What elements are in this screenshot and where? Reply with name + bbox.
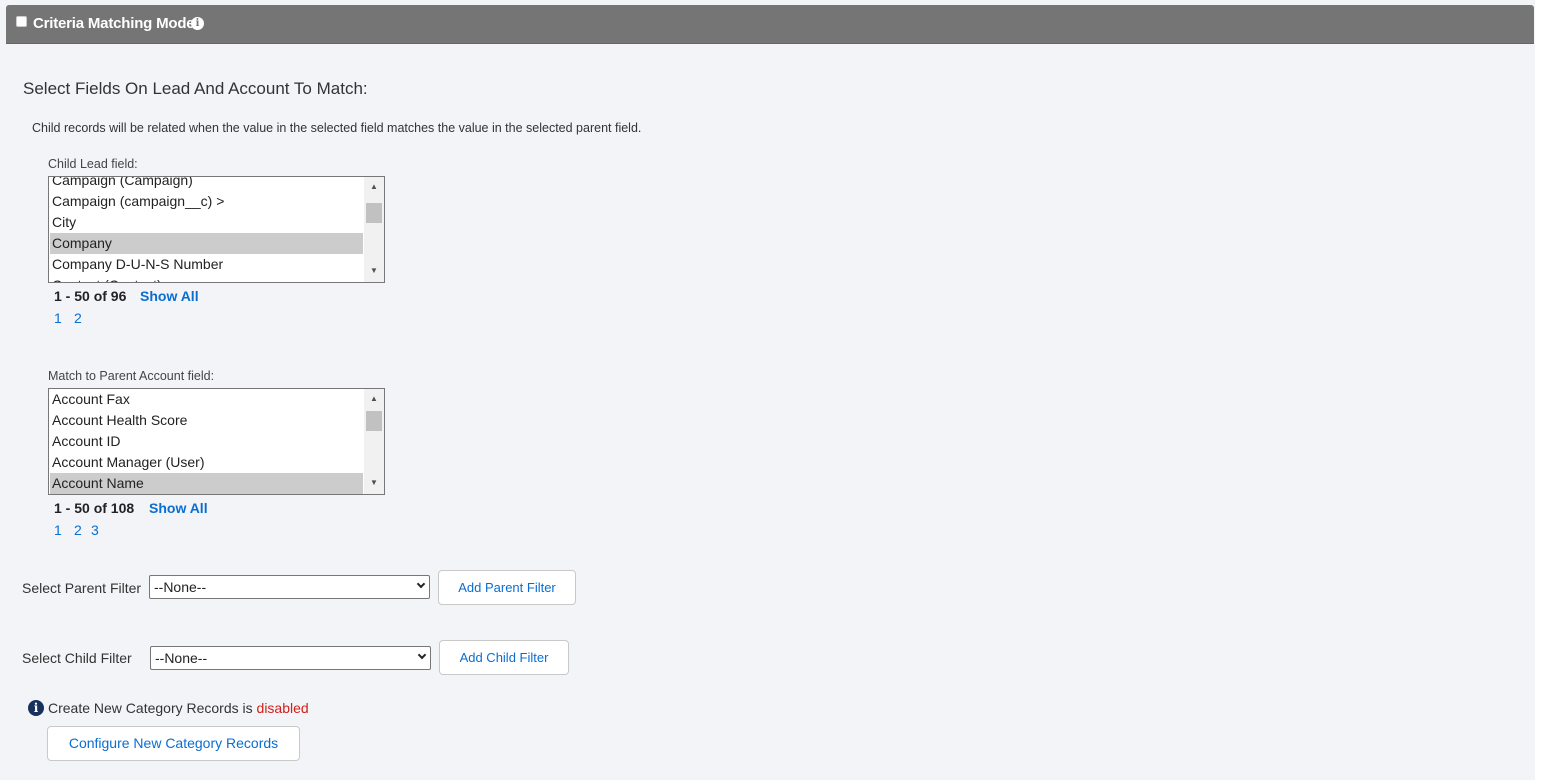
scrollbar[interactable]: ▲ ▼ <box>364 389 384 494</box>
listbox-option[interactable]: Contact (Contact) <box>50 275 363 282</box>
listbox-option[interactable]: Campaign (campaign__c) > <box>50 191 363 212</box>
listbox-option[interactable]: Account Manager (User) <box>50 452 363 473</box>
criteria-matching-header: Criteria Matching Mode i <box>6 5 1534 44</box>
info-icon: i <box>28 700 44 716</box>
chevron-down-icon <box>417 650 427 660</box>
child-page-link-2[interactable]: 2 <box>74 310 82 326</box>
section-description: Child records will be related when the v… <box>32 121 642 135</box>
parent-filter-label: Select Parent Filter <box>22 580 142 596</box>
parent-page-link-1[interactable]: 1 <box>54 522 62 538</box>
parent-pager-count: 1 - 50 of 108 <box>54 500 135 516</box>
listbox-option-selected[interactable]: Account Name <box>50 473 363 494</box>
page: Criteria Matching Mode i Select Fields O… <box>0 0 1542 780</box>
scroll-down-arrow-icon[interactable]: ▼ <box>364 262 384 279</box>
configure-new-category-records-button[interactable]: Configure New Category Records <box>47 726 300 761</box>
criteria-matching-checkbox[interactable] <box>16 16 27 27</box>
header-title: Criteria Matching Mode <box>33 15 195 32</box>
scroll-thumb[interactable] <box>366 411 382 431</box>
scrollbar[interactable]: ▲ ▼ <box>364 177 384 282</box>
listbox-option[interactable]: Company D-U-N-S Number <box>50 254 363 275</box>
listbox-option[interactable]: Campaign (Campaign) <box>50 177 363 191</box>
chevron-down-icon <box>416 579 426 589</box>
child-pager-count: 1 - 50 of 96 <box>54 288 127 304</box>
info-icon[interactable]: i <box>191 17 204 30</box>
parent-field-options: Account Fax Account Health Score Account… <box>50 389 363 494</box>
parent-field-listbox[interactable]: Account Fax Account Health Score Account… <box>48 388 385 495</box>
child-field-listbox[interactable]: Campaign (Campaign) Campaign (campaign__… <box>48 176 385 283</box>
child-filter-select[interactable]: --None-- <box>150 646 431 670</box>
child-show-all-link[interactable]: Show All <box>140 288 199 304</box>
page-edge <box>1535 0 1542 780</box>
child-filter-label: Select Child Filter <box>22 650 132 666</box>
child-filter-value: --None-- <box>155 650 208 666</box>
parent-field-label: Match to Parent Account field: <box>48 369 215 383</box>
listbox-option-selected[interactable]: Company <box>50 233 363 254</box>
category-status-value: disabled <box>256 700 309 716</box>
add-child-filter-button[interactable]: Add Child Filter <box>439 640 569 675</box>
section-title: Select Fields On Lead And Account To Mat… <box>23 79 368 98</box>
scroll-down-arrow-icon[interactable]: ▼ <box>364 474 384 491</box>
category-status-label: Create New Category Records is <box>48 700 253 716</box>
add-parent-filter-button[interactable]: Add Parent Filter <box>438 570 576 605</box>
parent-filter-value: --None-- <box>154 579 207 595</box>
child-field-label: Child Lead field: <box>48 157 138 171</box>
parent-filter-select[interactable]: --None-- <box>149 575 430 599</box>
parent-page-link-2[interactable]: 2 <box>74 522 82 538</box>
listbox-option[interactable]: Account Health Score <box>50 410 363 431</box>
parent-page-link-3[interactable]: 3 <box>91 522 99 538</box>
listbox-option[interactable]: City <box>50 212 363 233</box>
child-page-link-1[interactable]: 1 <box>54 310 62 326</box>
listbox-option[interactable]: Account Fax <box>50 389 363 410</box>
category-status-text: Create New Category Records is disabled <box>48 700 309 716</box>
scroll-thumb[interactable] <box>366 203 382 223</box>
listbox-option[interactable]: Account ID <box>50 431 363 452</box>
parent-show-all-link[interactable]: Show All <box>149 500 208 516</box>
child-field-options: Campaign (Campaign) Campaign (campaign__… <box>50 177 363 282</box>
scroll-up-arrow-icon[interactable]: ▲ <box>364 390 384 407</box>
scroll-up-arrow-icon[interactable]: ▲ <box>364 178 384 195</box>
